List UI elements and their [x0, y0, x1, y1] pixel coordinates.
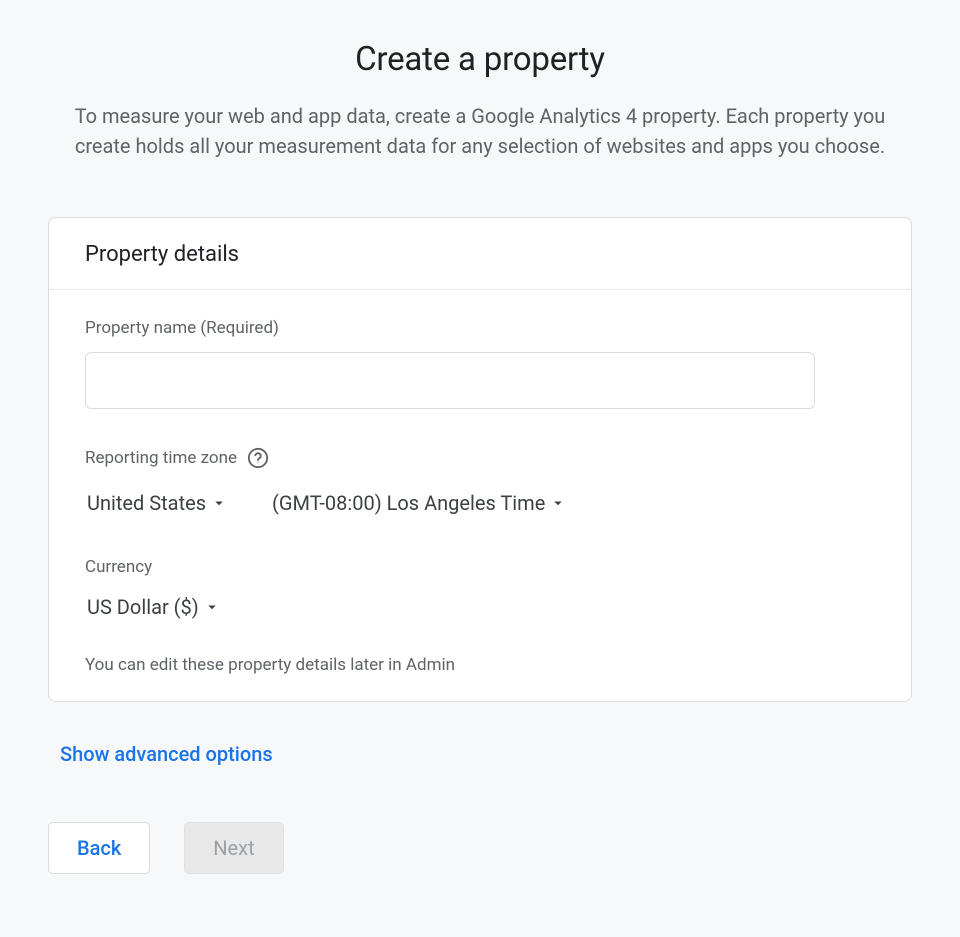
currency-dropdown-row: US Dollar ($) [85, 591, 875, 623]
card-header: Property details [49, 218, 911, 290]
next-button[interactable]: Next [184, 822, 283, 874]
hint-text: You can edit these property details late… [85, 655, 875, 675]
timezone-label-text: Reporting time zone [85, 448, 237, 468]
timezone-label: Reporting time zone [85, 447, 875, 469]
page-header: Create a property To measure your web an… [48, 40, 912, 161]
property-name-label: Property name (Required) [85, 318, 875, 338]
timezone-value-dropdown[interactable]: (GMT-08:00) Los Angeles Time [270, 487, 569, 519]
timezone-country-value: United States [87, 491, 206, 515]
button-row: Back Next [48, 822, 912, 874]
page-title: Create a property [48, 40, 912, 79]
timezone-dropdown-row: United States (GMT-08:00) Los Angeles Ti… [85, 487, 875, 519]
timezone-country-dropdown[interactable]: United States [85, 487, 230, 519]
card-body: Property name (Required) Reporting time … [49, 290, 911, 701]
chevron-down-icon [203, 598, 221, 616]
timezone-field: Reporting time zone United States [85, 447, 875, 519]
help-icon[interactable] [247, 447, 269, 469]
property-name-input[interactable] [85, 352, 815, 409]
back-button[interactable]: Back [48, 822, 150, 874]
currency-dropdown[interactable]: US Dollar ($) [85, 591, 223, 623]
timezone-value: (GMT-08:00) Los Angeles Time [272, 491, 545, 515]
page-subtitle: To measure your web and app data, create… [48, 101, 912, 161]
chevron-down-icon [549, 494, 567, 512]
card-title: Property details [85, 242, 875, 267]
currency-label: Currency [85, 557, 875, 577]
currency-field: Currency US Dollar ($) [85, 557, 875, 623]
currency-value: US Dollar ($) [87, 595, 199, 619]
show-advanced-options-link[interactable]: Show advanced options [60, 742, 273, 766]
property-name-field: Property name (Required) [85, 318, 875, 409]
chevron-down-icon [210, 494, 228, 512]
property-details-card: Property details Property name (Required… [48, 217, 912, 702]
